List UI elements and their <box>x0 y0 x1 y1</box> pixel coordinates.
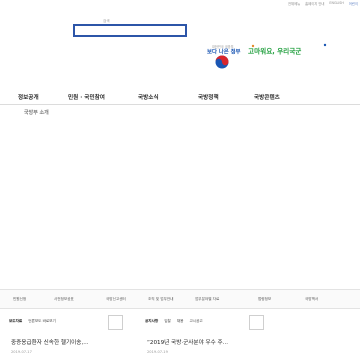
tab-notice[interactable]: 공지사항 <box>145 319 158 324</box>
utility-link-sitemap[interactable]: 전체메뉴 <box>288 1 300 6</box>
press-more-button[interactable] <box>108 315 123 330</box>
notice-panel: 공지사항 입찰 채용 고시공고 “2019년 국방·군사분야 우수 주... 2… <box>145 313 265 360</box>
logo-graphic: 대한민국 국방부 보다 나은 정부 고마워요, 우리국군 <box>207 43 327 69</box>
press-headline[interactable]: 중증응급환자 신속한 헬기이송,... <box>11 338 89 346</box>
search-input[interactable] <box>75 35 185 45</box>
tab-press-release[interactable]: 보도자료 <box>9 319 22 324</box>
notice-date: 2019-07-19 <box>147 350 168 354</box>
utility-link-kids[interactable]: 어린이 <box>349 1 358 6</box>
quick-link-petition[interactable]: 민원신청 <box>13 297 26 302</box>
quick-link-report-center[interactable]: 국방신고센터 <box>106 297 126 302</box>
utility-link-english[interactable]: ENGLISH <box>329 1 344 6</box>
tab-bidding[interactable]: 입찰 <box>164 319 171 324</box>
notice-headline[interactable]: “2019년 국방·군사분야 우수 주... <box>147 338 228 346</box>
press-release-panel: 보도자료 언론보도 바로보기 중증응급환자 신속한 헬기이송,... 2019-… <box>9 313 131 360</box>
search-button[interactable] <box>176 27 184 35</box>
press-tabs: 보도자료 언론보도 바로보기 <box>9 319 56 324</box>
notice-more-button[interactable] <box>249 315 264 330</box>
press-date: 2019-07-17 <box>11 350 32 354</box>
quick-links-bar: 민원신청 사전정보공표 국방신고센터 조직 및 업무안내 업무분야별 자료 법령… <box>0 289 360 309</box>
notice-tabs: 공지사항 입찰 채용 고시공고 <box>145 319 203 324</box>
tab-announcement[interactable]: 고시공고 <box>189 319 202 324</box>
tab-recruit[interactable]: 채용 <box>177 319 184 324</box>
section-title: 국방부 소개 <box>24 110 49 116</box>
nav-item-defense-policy[interactable]: 국방정책 <box>198 93 219 101</box>
utility-bar: 전체메뉴 홈페이지 안내 ENGLISH 어린이 <box>288 1 358 6</box>
logo-main-text: 보다 나은 정부 <box>207 48 241 56</box>
ministry-logo[interactable]: 대한민국 국방부 보다 나은 정부 고마워요, 우리국군 <box>205 39 355 79</box>
logo-slogan: 고마워요, 우리국군 <box>248 47 301 56</box>
logo-small-text: 대한민국 국방부 <box>212 44 234 49</box>
quick-link-organization[interactable]: 조직 및 업무안내 <box>148 297 173 302</box>
quick-link-work-data[interactable]: 업무분야별 자료 <box>195 297 219 302</box>
nav-item-civil-participation[interactable]: 민원 · 국민참여 <box>68 93 105 101</box>
quick-link-white-paper[interactable]: 국방백서 <box>305 297 318 302</box>
tab-media-report[interactable]: 언론보도 바로보기 <box>28 319 56 324</box>
quick-link-pre-disclosure[interactable]: 사전정보공표 <box>54 297 74 302</box>
nav-item-defense-content[interactable]: 국방콘텐츠 <box>254 93 280 101</box>
search-box <box>73 24 187 45</box>
quick-link-law-info[interactable]: 법령정보 <box>258 297 271 302</box>
nav-item-defense-news[interactable]: 국방소식 <box>138 93 159 101</box>
utility-link-guide[interactable]: 홈페이지 안내 <box>305 1 324 6</box>
nav-item-info-disclosure[interactable]: 정보공개 <box>18 93 39 101</box>
main-navigation: 정보공개 민원 · 국민참여 국방소식 국방정책 국방콘텐츠 <box>0 90 360 105</box>
page: 전체메뉴 홈페이지 안내 ENGLISH 어린이 검색 대한민국 국방부 보다 … <box>0 0 360 360</box>
